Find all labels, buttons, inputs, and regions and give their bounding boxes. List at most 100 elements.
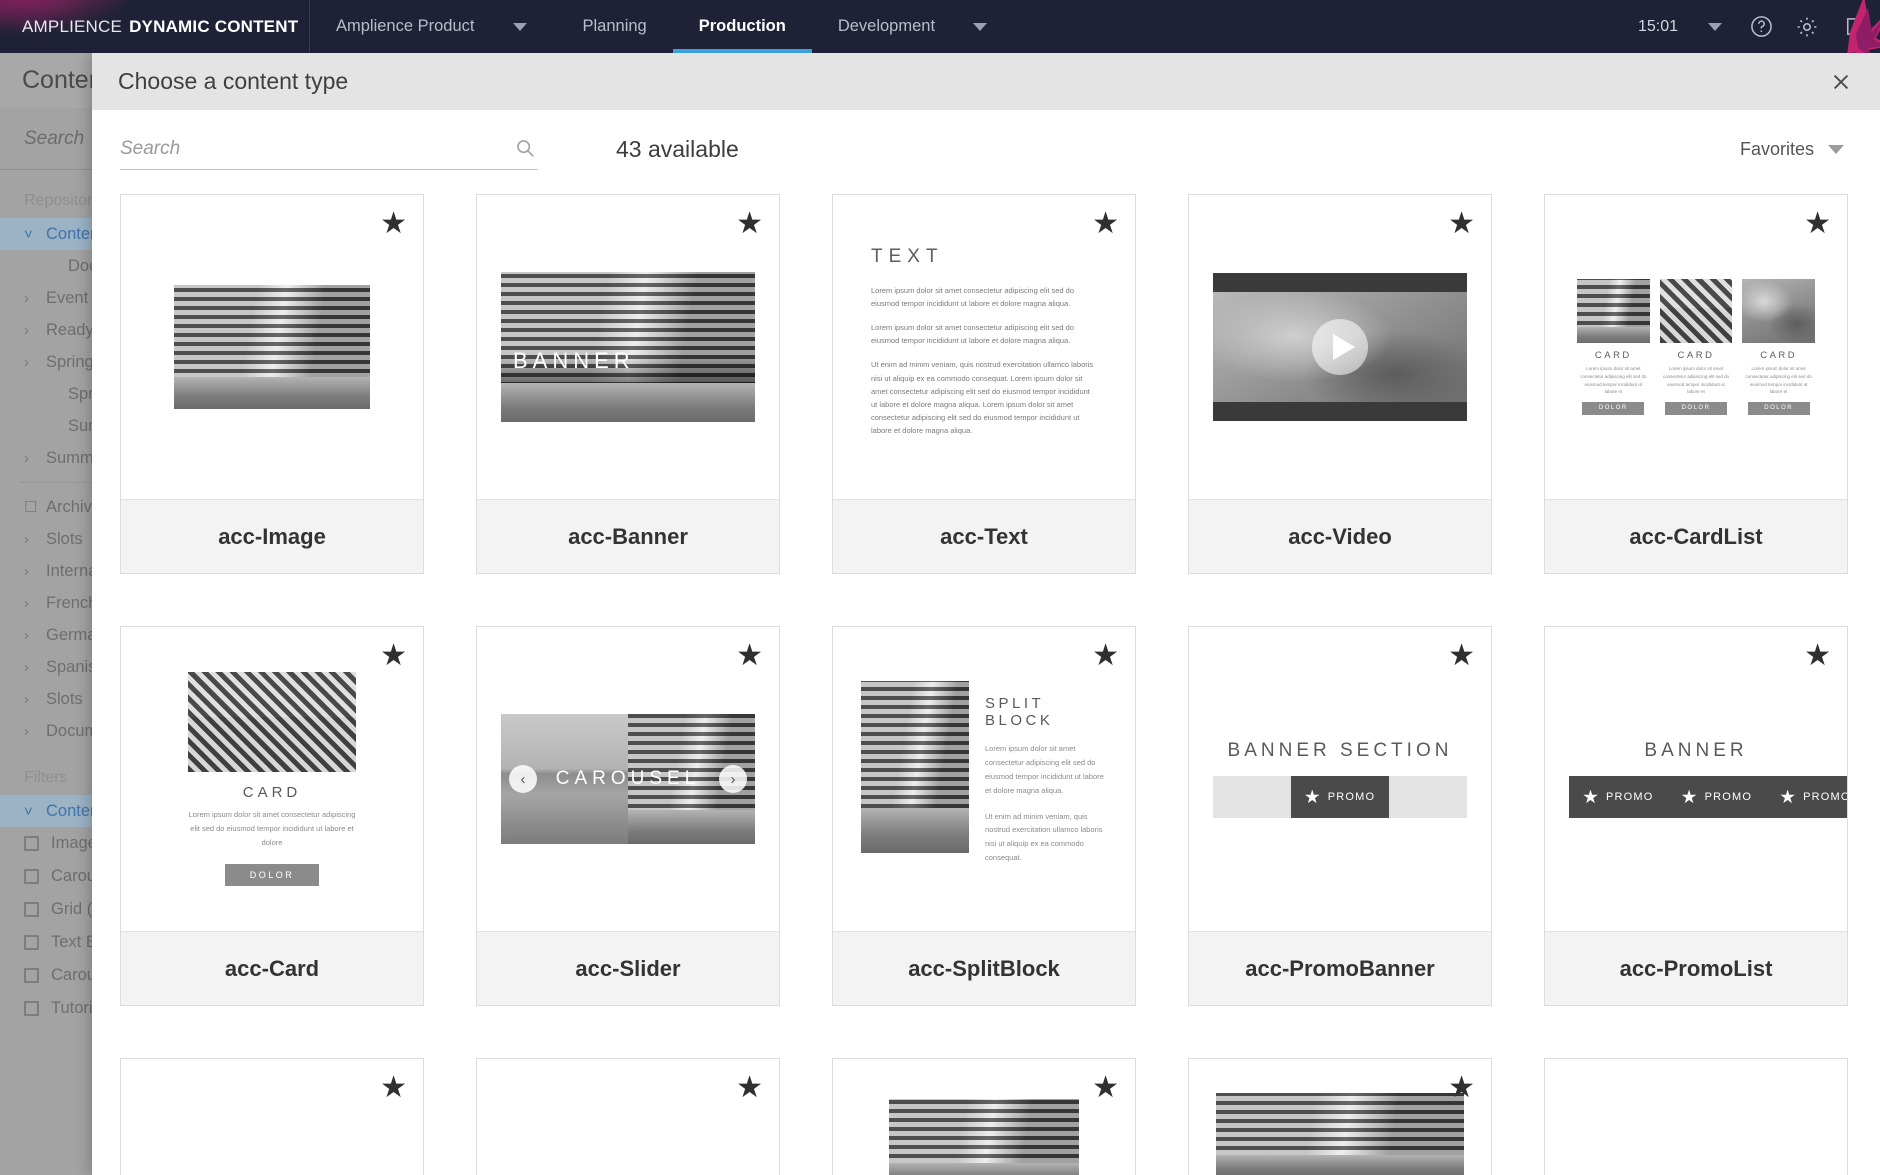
nav-item-amplience-product[interactable]: Amplience Product — [310, 0, 501, 53]
sidebar-item-label: Slots — [46, 689, 83, 708]
split-text: SPLIT BLOCK Lorem ipsum dolor sit amet co… — [985, 681, 1107, 877]
promo-chip: PROMO — [1290, 776, 1390, 818]
promo-label: PROMO — [1606, 791, 1654, 803]
gear-icon[interactable] — [1784, 0, 1830, 53]
checkbox[interactable] — [24, 836, 39, 851]
promo-chip: PROMO — [1569, 776, 1668, 818]
favorite-star-icon[interactable]: ★ — [736, 209, 763, 239]
sidebar-item-label: Event — [46, 288, 89, 307]
chevron-down-icon[interactable] — [961, 0, 1017, 53]
brand-logo[interactable]: AMPLIENCE DYNAMIC CONTENT — [0, 0, 310, 53]
promo-bar: PROMO — [1213, 776, 1467, 818]
content-type-preview: ★ — [121, 195, 423, 499]
content-type-grid: ★ acc-Image ★ BANNER Lorem ipsum dolor sit a… — [120, 188, 1852, 1175]
content-type-card-acc-banner[interactable]: ★ BANNER Lorem ipsum dolor sit amet consec… — [476, 194, 780, 574]
preview-heading: TEXT — [871, 245, 944, 267]
promo-label: PROMO — [1803, 791, 1847, 803]
favorite-star-icon[interactable]: ★ — [1448, 209, 1475, 239]
checkbox[interactable] — [24, 968, 39, 983]
brand-text-bold: DYNAMIC CONTENT — [129, 16, 299, 36]
chevron-right-icon: › — [24, 530, 29, 548]
favorites-dropdown[interactable]: Favorites — [1740, 139, 1844, 160]
favorite-star-icon[interactable]: ★ — [1092, 641, 1119, 671]
favorite-star-icon[interactable]: ★ — [380, 1073, 407, 1103]
close-icon[interactable] — [1820, 61, 1862, 103]
favorite-star-icon[interactable]: ★ — [1448, 1073, 1475, 1103]
modal-title: Choose a content type — [118, 68, 349, 94]
favorite-star-icon[interactable]: ★ — [1804, 641, 1831, 671]
favorites-label: Favorites — [1739, 138, 1814, 159]
play-icon — [1312, 319, 1368, 375]
content-type-preview: ★ — [1189, 195, 1491, 499]
content-type-preview: ★ SPLIT BLOCK Lorem ipsum dolor sit amet c… — [833, 627, 1135, 931]
content-type-name: acc-PromoBanner — [1189, 931, 1491, 1005]
favorite-star-icon[interactable]: ★ — [380, 209, 407, 239]
burst-icon — [1583, 789, 1598, 804]
help-icon[interactable] — [1738, 0, 1784, 53]
content-type-preview: ★ TEXT Lorem ipsum dolor sit amet consecte… — [833, 195, 1135, 499]
promo-heading: BANNER — [1644, 740, 1748, 761]
content-type-card-acc-image[interactable]: ★ acc-Image — [120, 194, 424, 574]
favorite-star-icon[interactable]: ★ — [1448, 641, 1475, 671]
favorite-star-icon[interactable]: ★ — [736, 1073, 763, 1103]
split-heading: SPLIT BLOCK — [985, 695, 1054, 729]
checkbox[interactable] — [24, 869, 39, 884]
favorite-star-icon[interactable]: ★ — [736, 641, 763, 671]
slider-next-arrow-icon[interactable]: › — [719, 765, 747, 793]
nav-item-development[interactable]: Development — [812, 0, 961, 53]
preview-video — [1213, 273, 1467, 421]
chevron-right-icon: › — [24, 562, 29, 580]
sidebar-filter-label: Text B — [51, 933, 97, 951]
nav-item-planning[interactable]: Planning — [557, 0, 673, 53]
preview-text: TEXT Lorem ipsum dolor sit amet consectet… — [857, 240, 1111, 454]
favorite-star-icon[interactable]: ★ — [380, 641, 407, 671]
search-icon[interactable] — [514, 137, 536, 164]
content-type-card[interactable]: ★ ARTICLE — [832, 1058, 1136, 1175]
content-type-card[interactable]: ★ — [120, 1058, 424, 1175]
content-type-card-acc-card[interactable]: ★ CARD Lorem ipsum dolor sit amet consecte… — [120, 626, 424, 1006]
burst-icon — [1681, 789, 1697, 804]
promo-chip: PROMO — [1766, 776, 1847, 818]
checkbox[interactable] — [24, 1001, 39, 1016]
chevron-down-icon[interactable] — [501, 0, 557, 53]
content-type-card-acc-cardlist[interactable]: ★ CARD Lorem ipsum dolor sit amet consecte… — [1544, 194, 1848, 574]
card-title: CARD — [1594, 350, 1632, 362]
content-type-preview: ★HEAD — [477, 1059, 779, 1175]
nav-item-production[interactable]: Production — [672, 0, 812, 53]
content-type-name: acc-Slider — [477, 931, 779, 1005]
preview-page: PAGE — [1216, 1093, 1464, 1175]
burst-icon — [1780, 789, 1795, 804]
checkbox[interactable] — [24, 935, 39, 950]
logout-icon[interactable] — [1830, 0, 1876, 53]
content-type-card-acc-promobanner[interactable]: ★ BANNER SECTION PROMO acc-PromoBanner — [1188, 626, 1492, 1006]
favorite-star-icon[interactable]: ★ — [1092, 209, 1119, 239]
content-type-card[interactable] — [1544, 1058, 1848, 1175]
search-field[interactable] — [120, 128, 538, 170]
favorite-star-icon[interactable]: ★ — [1092, 1073, 1119, 1103]
content-type-card-acc-slider[interactable]: ★ CAROUSEL ‹ › acc-Slider — [476, 626, 780, 1006]
slider-prev-arrow-icon[interactable]: ‹ — [509, 765, 537, 793]
search-input[interactable] — [120, 137, 490, 160]
available-count: 43 available — [616, 135, 739, 162]
content-type-card-acc-splitblock[interactable]: ★ SPLIT BLOCK Lorem ipsum dolor sit amet c… — [832, 626, 1136, 1006]
content-type-card-acc-video[interactable]: ★ acc-Video — [1188, 194, 1492, 574]
favorite-star-icon[interactable]: ★ — [1804, 209, 1831, 239]
card-image — [188, 671, 356, 772]
checkbox[interactable] — [24, 902, 39, 917]
promo-label: PROMO — [1327, 791, 1376, 803]
card-body: Lorem ipsum dolor sit amet consectetur a… — [188, 809, 356, 848]
content-type-card[interactable]: ★HEAD — [476, 1058, 780, 1175]
content-type-card-acc-promolist[interactable]: ★ BANNER PROMO PROMO PROMO acc-PromoList — [1544, 626, 1848, 1006]
content-type-preview: ★ ARTICLE — [833, 1059, 1135, 1175]
content-type-preview: ★ BANNER SECTION PROMO — [1189, 627, 1491, 931]
promo-spacer-right — [1389, 776, 1467, 818]
content-type-card-acc-text[interactable]: ★ TEXT Lorem ipsum dolor sit amet consecte… — [832, 194, 1136, 574]
article-caption: ARTICLE — [897, 1161, 993, 1175]
chevron-down-icon — [1828, 144, 1844, 154]
card-button: DOLOR — [1747, 401, 1810, 415]
chevron-icon: › — [24, 449, 29, 467]
content-type-card[interactable]: ★ PAGE — [1188, 1058, 1492, 1175]
promo-chip: PROMO — [1667, 776, 1767, 818]
content-type-scroll-area[interactable]: ★ acc-Image ★ BANNER Lorem ipsum dolor sit a… — [92, 188, 1880, 1175]
chevron-down-icon[interactable] — [1692, 0, 1738, 53]
